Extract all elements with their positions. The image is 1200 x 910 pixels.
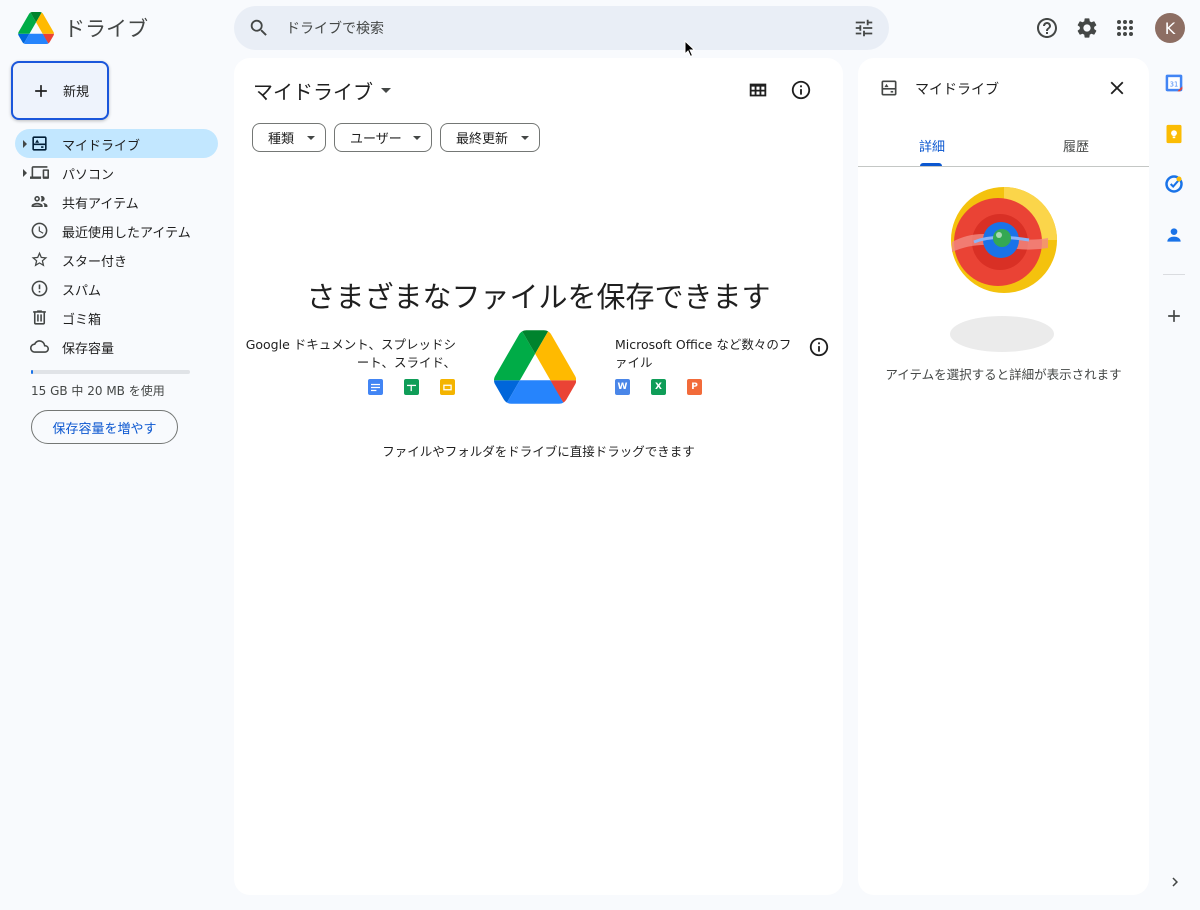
filter-chip-label: 最終更新 <box>456 132 509 147</box>
promo-line: Microsoft Office など数々のフ <box>615 337 792 352</box>
drive-logo[interactable]: ドライブ <box>18 12 148 44</box>
star-icon <box>31 251 48 267</box>
get-more-storage-button[interactable]: 保存容量を増やす <box>31 410 178 444</box>
sidebar-item-starred[interactable]: スター付き <box>15 245 218 274</box>
details-panel: マイドライブ 詳細 履歴 アイテムを選択すると詳細が表示されます <box>858 58 1149 895</box>
sidebar-item-shared[interactable]: 共有アイテム <box>15 187 218 216</box>
new-button[interactable]: 新規 <box>11 61 109 120</box>
filter-modified-chip[interactable]: 最終更新 <box>440 123 540 152</box>
contacts-icon[interactable] <box>1164 225 1184 245</box>
google-sheets-icon <box>404 379 419 395</box>
calendar-day: 31 <box>1170 80 1178 88</box>
sidebar-item-trash[interactable]: ゴミ箱 <box>15 303 218 332</box>
tasks-icon[interactable] <box>1164 174 1184 194</box>
mouse-cursor-icon <box>684 40 696 58</box>
tab-details[interactable]: 詳細 <box>919 136 945 155</box>
info-icon[interactable] <box>790 79 812 101</box>
sidebar-item-recent[interactable]: 最近使用したアイテム <box>15 216 218 245</box>
trash-icon <box>33 310 46 325</box>
rail-divider <box>1163 274 1185 275</box>
info-icon[interactable] <box>808 336 830 358</box>
search-bar[interactable]: ドライブで検索 <box>234 6 889 50</box>
powerpoint-icon: P <box>687 379 702 395</box>
earth-core-illustration-icon <box>950 187 1057 352</box>
computer-icon <box>30 166 49 179</box>
help-icon[interactable] <box>1035 16 1059 40</box>
search-icon[interactable] <box>248 17 270 39</box>
sidebar-item-label: マイドライブ <box>62 139 141 154</box>
filter-chip-label: ユーザー <box>350 132 402 147</box>
chevron-down-icon <box>307 136 315 140</box>
office-promo-text: Microsoft Office など数々のフ ァイル <box>615 336 800 372</box>
tab-divider <box>858 166 1149 167</box>
sidebar-item-label: 保存容量 <box>62 342 115 357</box>
cloud-icon <box>30 340 49 353</box>
filter-type-chip[interactable]: 種類 <box>252 123 326 152</box>
excel-icon: X <box>651 379 666 395</box>
apps-icon[interactable] <box>1113 16 1137 40</box>
people-icon <box>31 195 48 208</box>
plus-icon <box>35 85 47 97</box>
calendar-icon[interactable]: 31 <box>1164 73 1184 93</box>
drive-icon <box>881 80 897 96</box>
storage-progress-bar <box>31 370 190 374</box>
storage-usage-text: 15 GB 中 20 MB を使用 <box>31 384 165 398</box>
sidebar-item-computers[interactable]: パソコン <box>15 158 218 187</box>
page-title: マイドライブ <box>253 80 373 104</box>
chevron-down-icon <box>521 136 529 140</box>
empty-state-title: さまざまなファイルを保存できます <box>306 280 771 314</box>
sidebar-item-label: 共有アイテム <box>62 197 139 212</box>
expand-caret-icon[interactable] <box>23 169 27 177</box>
promo-line: Google ドキュメント、スプレッドシ <box>245 337 456 352</box>
promo-line: ァイル <box>615 355 653 370</box>
plus-icon[interactable] <box>1164 306 1184 326</box>
spam-icon <box>31 280 48 297</box>
google-docs-icon <box>368 379 383 395</box>
sidebar-item-label: パソコン <box>62 168 115 183</box>
google-docs-promo-text: Google ドキュメント、スプレッドシ ート、スライド、 <box>240 336 456 372</box>
sidebar-item-my-drive[interactable]: マイドライブ <box>15 129 218 158</box>
drag-drop-hint: ファイルやフォルダをドライブに直接ドラッグできます <box>382 444 695 459</box>
details-empty-hint: アイテムを選択すると詳細が表示されます <box>885 367 1122 382</box>
clock-icon <box>31 222 48 239</box>
filter-user-chip[interactable]: ユーザー <box>334 123 432 152</box>
sidebar-item-label: ゴミ箱 <box>62 313 102 328</box>
avatar[interactable]: K <box>1155 13 1185 43</box>
search-input[interactable]: ドライブで検索 <box>286 18 384 38</box>
sidebar-item-label: スパム <box>62 284 102 299</box>
tune-icon[interactable] <box>853 17 875 39</box>
app-title: ドライブ <box>64 17 148 41</box>
promo-line: ート、スライド、 <box>356 355 456 370</box>
page-title-dropdown[interactable]: マイドライブ <box>253 76 391 105</box>
google-slides-icon <box>440 379 455 395</box>
grid-view-icon[interactable] <box>747 79 769 101</box>
main-panel: マイドライブ 種類 ユーザー 最終更新 さまざまなファイルを保存できます Goo… <box>234 58 843 895</box>
drive-icon <box>32 136 47 151</box>
tab-activity[interactable]: 履歴 <box>1063 136 1089 155</box>
sidebar-item-label: スター付き <box>62 255 128 270</box>
word-icon: W <box>615 379 630 395</box>
chevron-down-icon <box>413 136 421 140</box>
details-title: マイドライブ <box>915 82 999 98</box>
close-icon[interactable] <box>1106 77 1128 99</box>
drive-logo-large-icon <box>494 330 576 404</box>
expand-caret-icon[interactable] <box>23 140 27 148</box>
keep-icon[interactable] <box>1164 124 1184 144</box>
chevron-right-icon[interactable] <box>1166 873 1184 891</box>
storage-progress-fill <box>31 370 33 374</box>
sidebar-item-spam[interactable]: スパム <box>15 274 218 303</box>
gear-icon[interactable] <box>1075 16 1099 40</box>
sidebar-item-storage[interactable]: 保存容量 <box>15 332 218 361</box>
new-button-label: 新規 <box>63 85 90 100</box>
drive-logo-icon <box>18 12 54 44</box>
chevron-down-icon <box>381 88 391 93</box>
sidebar-item-label: 最近使用したアイテム <box>62 226 191 241</box>
filter-chip-label: 種類 <box>268 132 295 147</box>
